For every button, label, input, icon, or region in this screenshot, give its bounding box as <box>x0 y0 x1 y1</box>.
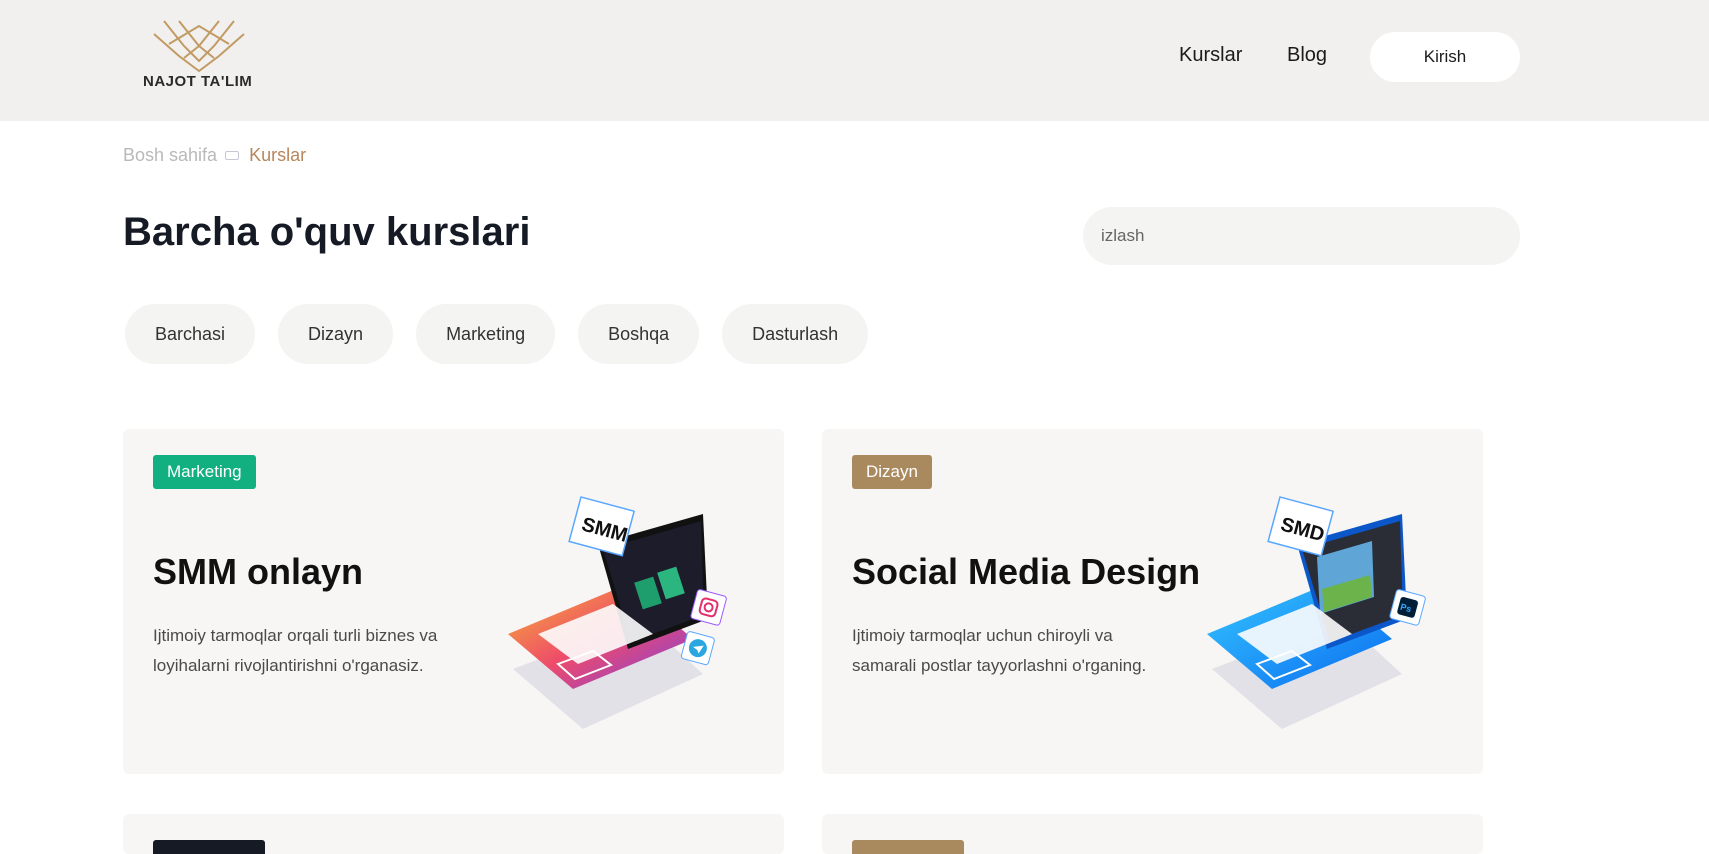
course-tag: Dizayn <box>852 455 932 489</box>
filter-dasturlash[interactable]: Dasturlash <box>722 304 869 364</box>
course-card-social-media-design[interactable]: Dizayn Social Media Design Ijtimoiy tarm… <box>822 429 1483 774</box>
filter-boshqa[interactable]: Boshqa <box>578 304 700 364</box>
breadcrumb-current: Kurslar <box>249 145 307 165</box>
najot-talim-logo[interactable]: NAJOT TA'LIM <box>143 16 258 96</box>
nav-blog[interactable]: Blog <box>1287 44 1327 67</box>
logo-mark-icon <box>153 20 245 73</box>
course-title: Social Media Design <box>852 551 1201 592</box>
breadcrumb: Bosh sahifa Kurslar <box>123 145 306 166</box>
course-card-partial[interactable] <box>123 814 784 854</box>
course-card-smm[interactable]: Marketing SMM onlayn Ijtimoiy tarmoqlar … <box>123 429 784 774</box>
course-card-partial[interactable] <box>822 814 1483 854</box>
logo-text: NAJOT TA'LIM <box>143 73 253 90</box>
filter-marketing[interactable]: Marketing <box>416 304 556 364</box>
nav-kurslar[interactable]: Kurslar <box>1179 44 1242 67</box>
search-input[interactable] <box>1083 207 1520 265</box>
course-tag-partial <box>153 840 265 854</box>
login-button[interactable]: Kirish <box>1370 32 1520 82</box>
filter-barchasi[interactable]: Barchasi <box>125 304 256 364</box>
category-filters: Barchasi Dizayn Marketing Boshqa Dasturl… <box>125 304 869 364</box>
course-tag: Marketing <box>153 455 256 489</box>
smm-badge: SMM <box>568 496 636 557</box>
breadcrumb-separator-icon <box>225 151 240 160</box>
site-header: NAJOT TA'LIM Kurslar Blog Kirish <box>0 0 1709 121</box>
page-title: Barcha o'quv kurslari <box>123 210 531 254</box>
course-description: Ijtimoiy tarmoqlar orqali turli biznes v… <box>153 626 438 675</box>
course-description: Ijtimoiy tarmoqlar uchun chiroyli va sam… <box>852 626 1147 675</box>
course-title: SMM onlayn <box>153 551 364 592</box>
laptop-smd-illustration: SMD Ps <box>1207 496 1426 729</box>
smd-badge: SMD <box>1267 496 1335 557</box>
breadcrumb-home[interactable]: Bosh sahifa <box>123 145 217 166</box>
laptop-smm-illustration: SMM <box>508 496 727 729</box>
course-tag-partial <box>852 840 964 854</box>
filter-dizayn[interactable]: Dizayn <box>278 304 394 364</box>
